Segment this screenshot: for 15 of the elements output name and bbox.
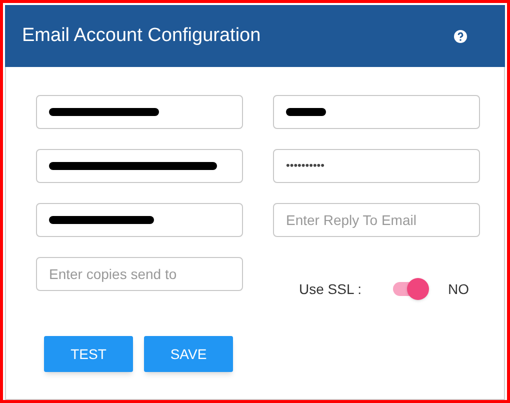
ssl-label: Use SSL :: [299, 280, 363, 298]
help-icon[interactable]: [454, 30, 467, 42]
password-field[interactable]: ••••••••••: [273, 149, 480, 183]
input-field[interactable]: [36, 203, 243, 237]
ssl-toggle[interactable]: [393, 278, 429, 300]
dialog-title: Email Account Configuration: [22, 24, 261, 48]
input-field[interactable]: Enter copies send to: [36, 257, 243, 291]
input-field[interactable]: [36, 95, 243, 129]
redaction-mark: [286, 108, 326, 116]
input-field[interactable]: [36, 149, 243, 183]
test-button[interactable]: TEST: [44, 336, 133, 372]
input-field[interactable]: Enter Reply To Email: [273, 203, 480, 237]
ssl-state-text: NO: [448, 280, 469, 298]
save-button[interactable]: SAVE: [144, 336, 233, 372]
input-field[interactable]: [273, 95, 480, 129]
